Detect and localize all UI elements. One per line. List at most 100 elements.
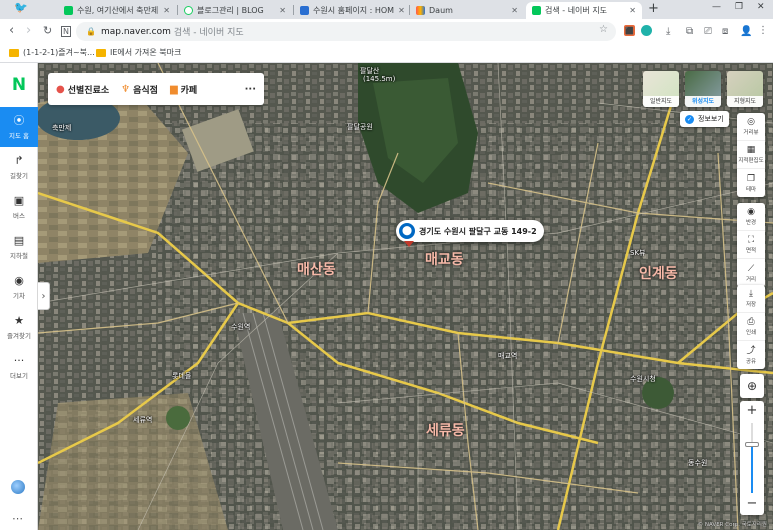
map-label[interactable]: 수원역 — [231, 322, 250, 332]
browser-tab-5-active[interactable]: 검색 - 네이버 지도 ✕ — [526, 2, 642, 19]
chip-restaurant[interactable]: ♆ 음식점 — [121, 83, 158, 96]
nav-train[interactable]: ◉ 기차 — [0, 267, 38, 307]
printer-icon: ⎙ — [747, 317, 755, 327]
map-label[interactable]: 매교역 — [498, 351, 517, 361]
nav-label: 지도 홈 — [8, 131, 29, 140]
tool-label: 지적편집도 — [738, 158, 764, 164]
bookmark-label: IE에서 가져온 북마크 — [110, 48, 182, 57]
extensions-puzzle-icon[interactable]: ⧈ — [722, 25, 728, 39]
chip-cafe[interactable]: ▆ 카페 — [170, 83, 197, 96]
map-label[interactable]: 롯데몰 — [172, 371, 191, 381]
info-toggle-label: 정보보기 — [698, 115, 724, 123]
tab-close-icon[interactable]: ✕ — [507, 6, 518, 15]
print-button[interactable]: ⎙ 인쇄 — [737, 313, 765, 341]
zoom-slider-handle[interactable] — [745, 442, 759, 447]
category-filter-bar: ● 선별진료소 ♆ 음식점 ▆ 카페 ··· — [48, 73, 264, 105]
nav-label: 즐겨찾기 — [7, 331, 31, 340]
address-bar[interactable]: 🔒 map.naver.com 검색 - 네이버 지도 ☆ — [76, 22, 616, 41]
tab-title: Daum — [429, 6, 453, 15]
back-arrow-icon[interactable]: ‹ — [9, 24, 14, 38]
current-location-button[interactable]: ⊕ — [740, 374, 764, 398]
profile-icon[interactable]: 👤 — [740, 25, 752, 39]
zoom-in-button[interactable]: + — [740, 402, 764, 420]
map-type-satellite[interactable]: 위성지도 — [685, 71, 721, 107]
reading-list-icon[interactable]: ⎚ — [704, 25, 712, 39]
globe-icon[interactable] — [11, 480, 25, 494]
browser-tab-4[interactable]: Daum ✕ — [410, 2, 524, 19]
zoom-level-fill — [751, 444, 753, 493]
map-label[interactable]: 팔달공원 — [347, 122, 373, 132]
map-label[interactable]: 세류역 — [133, 415, 152, 425]
browser-tab-2[interactable]: 블로그관리 | BLOG ✕ — [178, 2, 292, 19]
tab-close-icon[interactable]: ✕ — [625, 6, 636, 15]
chip-label: 선별진료소 — [67, 85, 110, 96]
tool-label: 거리 — [745, 276, 757, 283]
info-toggle[interactable]: ✓ 정보보기 — [680, 111, 729, 127]
map-type-label: 지형지도 — [727, 96, 763, 107]
reload-icon[interactable]: ↻ — [43, 24, 52, 38]
more-categories-button[interactable]: ··· — [245, 84, 256, 95]
naver-logo[interactable]: N — [0, 63, 38, 107]
extension-icon[interactable] — [641, 25, 652, 36]
bookmark-folder-2[interactable]: IE에서 가져온 북마크 — [96, 47, 181, 58]
folder-icon — [9, 48, 19, 57]
restore-button[interactable]: ❐ — [735, 2, 743, 12]
naver-home-icon[interactable]: N — [61, 26, 71, 37]
nav-map-home[interactable]: ⦿ 지도 홈 — [0, 107, 38, 147]
tab-close-icon[interactable]: ✕ — [394, 6, 405, 15]
save-button[interactable]: ⤓ 저장 — [737, 285, 765, 313]
lock-icon: 🔒 — [86, 27, 96, 36]
bookmark-folder-1[interactable]: (1-1-2-1)즐겨~북... — [9, 47, 95, 58]
area-button[interactable]: ⛶ 면적 — [737, 231, 765, 259]
nav-bus[interactable]: ▣ 버스 — [0, 187, 38, 227]
browser-tab-3[interactable]: 수원시 홈페이지 : HOM ✕ — [294, 2, 408, 19]
download-icon[interactable]: ⤓ — [666, 25, 670, 39]
nav-directions[interactable]: ↱ 길찾기 — [0, 147, 38, 187]
radius-button[interactable]: ◉ 반경 — [737, 203, 765, 231]
tab-title: 수원시 홈페이지 : HOM — [313, 6, 395, 15]
theme-button[interactable]: ❐ 테마 — [737, 169, 765, 197]
map-label[interactable]: 축만제 — [52, 123, 71, 133]
share-button[interactable]: ⤴ 공유 — [737, 341, 765, 369]
map-label-district: 매산동 — [297, 262, 336, 278]
map-label[interactable]: 동수원 — [688, 458, 707, 468]
nav-label: 지하철 — [10, 251, 28, 260]
bookmark-star-icon[interactable]: ☆ — [599, 24, 608, 35]
coffee-cup-icon: ▆ — [169, 83, 178, 95]
settings-dots-icon[interactable]: ⋯ — [12, 512, 24, 525]
cadastral-map-button[interactable]: ▦ 지적편집도 — [737, 141, 765, 169]
copy-icon[interactable]: ⧉ — [686, 25, 693, 39]
nav-favorites[interactable]: ★ 즐겨찾기 — [0, 307, 38, 347]
satellite-map[interactable]: 팔달산 (145.5m) 팔달공원 축만제 수원역 매교동 세류동 매산동 인계… — [38, 63, 773, 530]
minimize-button[interactable]: — — [712, 2, 721, 12]
forward-arrow-icon[interactable]: › — [26, 24, 31, 38]
tab-favicon-icon — [64, 6, 73, 15]
zoom-control: + − — [740, 401, 764, 515]
street-view-button[interactable]: ◎ 거리뷰 — [737, 113, 765, 141]
chip-screening-clinic[interactable]: ● 선별진료소 — [56, 83, 109, 96]
nav-subway[interactable]: ▤ 지하철 — [0, 227, 38, 267]
nav-more[interactable]: ··· 더보기 — [0, 347, 38, 387]
map-type-terrain[interactable]: 지형지도 — [727, 71, 763, 107]
map-label[interactable]: SK뷰 — [630, 248, 645, 258]
fork-knife-icon: ♆ — [121, 83, 131, 95]
browser-toolbar: ‹ › ↻ N 🔒 map.naver.com 검색 - 네이버 지도 ☆ ⬛ … — [0, 19, 773, 44]
menu-kebab-icon[interactable]: ⋮ — [758, 24, 768, 38]
tool-label: 저장 — [745, 302, 757, 308]
map-type-normal[interactable]: 일반지도 — [643, 71, 679, 107]
new-tab-button[interactable]: + — [648, 1, 659, 16]
map-label[interactable]: 수원시청 — [630, 374, 656, 384]
panel-collapse-button[interactable]: › — [38, 282, 50, 310]
address-marker[interactable]: ⬤ 경기도 수원시 팔달구 교동 149-2 — [396, 220, 544, 242]
extension-icon[interactable]: ⬛ — [624, 25, 635, 36]
distance-button[interactable]: ⟋ 거리 — [737, 259, 765, 287]
map-label: (145.5m) — [363, 75, 396, 83]
browser-tab-1[interactable]: 수원, 여기산에서 축만제 ✕ — [58, 2, 176, 19]
close-window-button[interactable]: ✕ — [757, 2, 765, 12]
map-tools-top: ◎ 거리뷰 ▦ 지적편집도 ❐ 테마 — [737, 113, 765, 197]
star-icon: ★ — [14, 313, 24, 327]
zoom-out-button[interactable]: − — [740, 495, 764, 513]
satellite-imagery — [38, 63, 773, 530]
tab-close-icon[interactable]: ✕ — [275, 6, 286, 15]
tab-close-icon[interactable]: ✕ — [159, 6, 170, 15]
